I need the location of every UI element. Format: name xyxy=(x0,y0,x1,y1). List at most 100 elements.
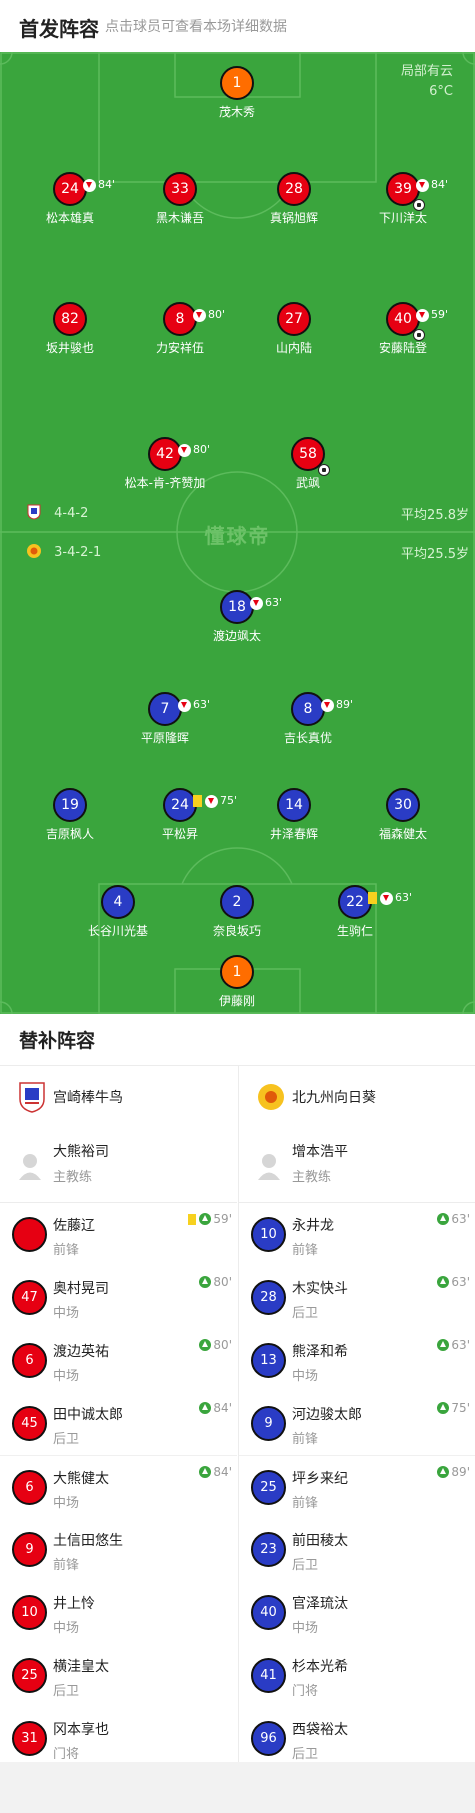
home-player[interactable]: 24 84' 松本雄真 xyxy=(15,172,125,226)
home-player[interactable]: 39 84' 下川洋太 xyxy=(348,172,458,226)
substitute-position: 后卫 xyxy=(53,1684,80,1699)
away-team-name: 北九州向日葵 xyxy=(292,1090,376,1106)
substitute-position: 后卫 xyxy=(53,1432,80,1447)
substitute-row[interactable]: 28 木实快斗 后卫 63' xyxy=(239,1266,475,1329)
substitute-name: 冈本享也 xyxy=(53,1722,109,1738)
sub-in-icon xyxy=(199,1213,212,1225)
sub-out-icon xyxy=(205,794,218,808)
sub-in-icon xyxy=(437,1466,450,1478)
substitute-row[interactable]: 23 前田稜太 后卫 xyxy=(239,1518,475,1581)
player-name: 力安祥伍 xyxy=(155,341,204,355)
substitute-row[interactable]: 40 官泽琉汰 中场 xyxy=(239,1581,475,1644)
away-player[interactable]: 7 63' 平原隆晖 xyxy=(110,692,220,746)
home-team-row[interactable]: 宫崎棒牛鸟 xyxy=(0,1066,237,1129)
away-player[interactable]: 14 井泽春辉 xyxy=(239,788,349,842)
substitute-events: 75' xyxy=(437,1401,470,1415)
substitute-row[interactable]: 佐藤辽 前锋 59' xyxy=(0,1203,237,1266)
substitute-row[interactable]: 25 横洼皇太 后卫 xyxy=(0,1644,237,1707)
player-name: 渡边飒太 xyxy=(212,629,261,643)
yellow-card-icon xyxy=(193,795,202,807)
substitute-row[interactable]: 45 田中诚太郎 后卫 84' xyxy=(0,1392,237,1455)
player-number-disc: 40 59' xyxy=(386,302,448,341)
substitute-row[interactable]: 41 杉本光希 门将 xyxy=(239,1644,475,1707)
substitute-events: 59' xyxy=(188,1212,232,1226)
player-event-tags: 84' xyxy=(416,170,448,200)
substitute-events: 89' xyxy=(437,1465,470,1479)
home-team-name: 宫崎棒牛鸟 xyxy=(53,1090,123,1106)
substitute-row[interactable]: 31 冈本享也 门将 xyxy=(0,1707,237,1770)
away-coach-row[interactable]: 增本浩平 主教练 xyxy=(239,1129,475,1203)
home-player[interactable]: 58 武飒 xyxy=(253,437,363,491)
away-coach-role: 主教练 xyxy=(292,1170,332,1185)
player-name: 茂木秀 xyxy=(218,105,255,119)
home-player[interactable]: 1 茂木秀 xyxy=(182,66,292,120)
player-number-disc: 42 80' xyxy=(148,437,210,471)
sub-in-icon xyxy=(199,1339,212,1351)
home-coach-name: 大熊裕司 xyxy=(53,1144,109,1160)
home-player[interactable]: 42 80' 松本-肯-齐赞加 xyxy=(110,437,220,491)
player-event-tags: 89' xyxy=(321,690,353,720)
player-event-tags: 84' xyxy=(83,170,115,200)
substitute-position: 中场 xyxy=(53,1496,80,1511)
substitute-name: 杉本光希 xyxy=(292,1659,348,1675)
sub-out-minute: 80' xyxy=(193,443,211,456)
sub-out-minute: 75' xyxy=(220,794,238,807)
sub-out-icon xyxy=(193,308,206,322)
home-coach-row[interactable]: 大熊裕司 主教练 xyxy=(0,1129,237,1203)
home-player[interactable]: 33 黑木谦吾 xyxy=(125,172,235,226)
substitute-row[interactable]: 13 熊泽和希 中场 63' xyxy=(239,1329,475,1392)
player-name: 伊藤刚 xyxy=(218,994,255,1008)
player-name: 下川洋太 xyxy=(378,211,427,225)
away-player[interactable]: 24 75' 平松昇 xyxy=(125,788,238,842)
player-number-disc: 7 63' xyxy=(148,692,210,726)
away-player[interactable]: 18 63' 渡边飒太 xyxy=(182,590,292,644)
away-player[interactable]: 22 63' 生驹仁 xyxy=(300,885,413,939)
home-subs-column: 宫崎棒牛鸟 大熊裕司 主教练 佐藤辽 前锋 59' 47 奥村晃司 中场 80' 6 渡边英祐中… xyxy=(0,1066,237,1770)
substitute-number: 40 xyxy=(251,1595,286,1630)
substitute-position: 中场 xyxy=(53,1621,80,1636)
substitute-row[interactable]: 25 坪乡来纪 前锋 89' xyxy=(239,1455,475,1518)
sub-out-minute: 89' xyxy=(336,698,354,711)
home-player[interactable]: 28 真锅旭辉 xyxy=(239,172,349,226)
home-player[interactable]: 8 80' 力安祥伍 xyxy=(125,302,235,356)
away-player[interactable]: 19 吉原枫人 xyxy=(15,788,125,842)
sub-in-minute: 84' xyxy=(213,1401,232,1415)
home-formation-label: 4-4-2 xyxy=(54,506,89,521)
away-team-row[interactable]: 北九州向日葵 xyxy=(239,1066,475,1129)
substitute-row[interactable]: 10 井上怜 中场 xyxy=(0,1581,237,1644)
substitute-row[interactable]: 6 渡边英祐 中场 80' xyxy=(0,1329,237,1392)
substitute-row[interactable]: 96 西袋裕太 后卫 xyxy=(239,1707,475,1770)
substitute-row[interactable]: 47 奥村晃司 中场 80' xyxy=(0,1266,237,1329)
coach-avatar-icon xyxy=(258,1154,280,1180)
away-player[interactable]: 4 长谷川光基 xyxy=(63,885,173,939)
away-player[interactable]: 1 伊藤刚 xyxy=(182,955,292,1009)
substitute-row[interactable]: 9 河边骏太郎 前锋 75' xyxy=(239,1392,475,1455)
substitute-position: 门将 xyxy=(53,1747,80,1762)
home-player[interactable]: 82 坂井骏也 xyxy=(15,302,125,356)
substitute-name: 熊泽和希 xyxy=(292,1344,348,1360)
away-player[interactable]: 30 福森健太 xyxy=(348,788,458,842)
sub-in-icon xyxy=(199,1276,212,1288)
away-player[interactable]: 8 89' 吉长真优 xyxy=(253,692,363,746)
home-team-logo-icon xyxy=(26,504,42,520)
player-number-disc: 19 xyxy=(53,788,87,822)
sub-in-icon xyxy=(437,1276,450,1288)
away-player[interactable]: 2 奈良坂巧 xyxy=(182,885,292,939)
substitute-position: 门将 xyxy=(292,1684,319,1699)
player-name: 安藤陆登 xyxy=(378,341,427,355)
yellow-card-icon xyxy=(188,1213,197,1225)
substitute-number: 10 xyxy=(251,1217,286,1252)
substitute-events: 80' xyxy=(199,1275,232,1289)
substitute-row[interactable]: 9 土信田悠生 前锋 xyxy=(0,1518,237,1581)
player-number-disc: 1 xyxy=(220,66,254,100)
sub-out-minute: 63' xyxy=(395,891,413,904)
sub-out-icon xyxy=(250,596,263,610)
away-team-logo-icon xyxy=(258,1084,284,1110)
substitute-name: 大熊健太 xyxy=(53,1471,109,1487)
substitute-row[interactable]: 6 大熊健太 中场 84' xyxy=(0,1455,237,1518)
home-player[interactable]: 40 59' 安藤陆登 xyxy=(348,302,458,356)
home-player[interactable]: 27 山内陆 xyxy=(239,302,349,356)
substitute-row[interactable]: 10 永井龙 前锋 63' xyxy=(239,1203,475,1266)
sub-out-icon xyxy=(178,698,191,712)
goal-ball-icon xyxy=(318,464,330,476)
